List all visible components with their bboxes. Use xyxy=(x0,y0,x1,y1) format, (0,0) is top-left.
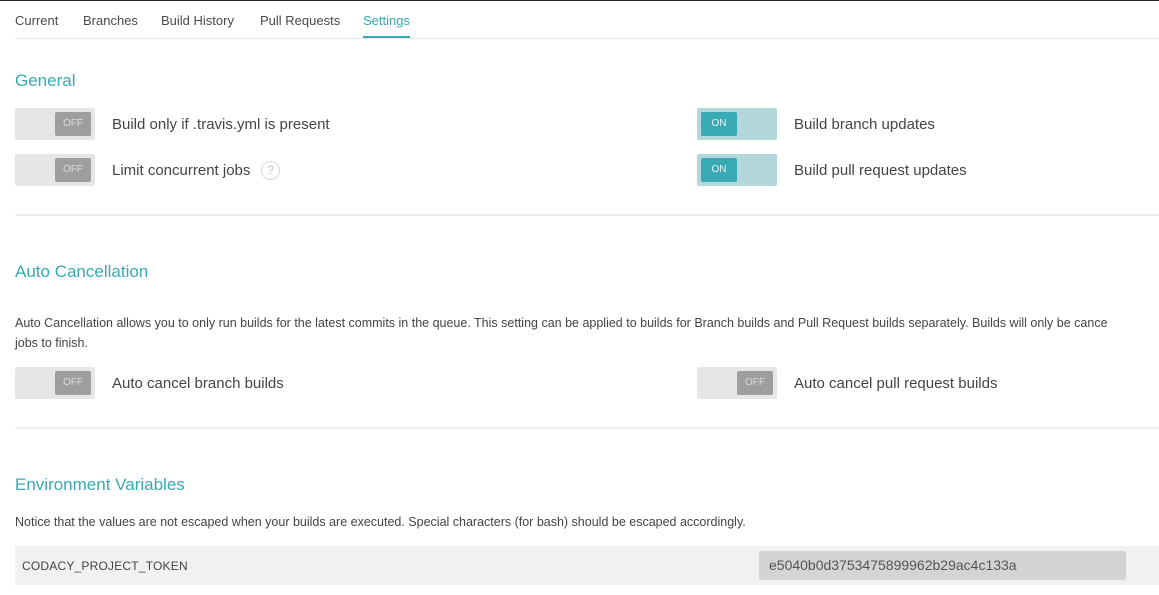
auto-cancel-branch-builds-label: Auto cancel branch builds xyxy=(112,375,284,392)
limit-concurrent-jobs-toggle[interactable]: OFF xyxy=(15,154,95,186)
environment-variables-section-title: Environment Variables xyxy=(15,475,185,494)
tab-branches[interactable]: Branches xyxy=(83,13,138,28)
build-pull-request-updates-label: Build pull request updates xyxy=(794,162,967,179)
build-branch-updates-toggle[interactable]: ON xyxy=(697,108,777,140)
toggle-state: OFF xyxy=(737,371,773,395)
auto-cancellation-description-line-2: jobs to finish. xyxy=(15,336,88,350)
auto-cancellation-section-title: Auto Cancellation xyxy=(15,262,149,281)
toggle-state: ON xyxy=(701,112,737,136)
build-only-if-travis-yml-label: Build only if .travis.yml is present xyxy=(112,116,330,133)
limit-concurrent-jobs-label: Limit concurrent jobs xyxy=(112,162,251,179)
build-pull-request-updates-toggle[interactable]: ON xyxy=(697,154,777,186)
auto-cancel-pull-request-builds-label: Auto cancel pull request builds xyxy=(794,375,998,392)
env-var-row: CODACY_PROJECT_TOKEN e5040b0d37534758999… xyxy=(15,546,1159,585)
environment-variables-notice: Notice that the values are not escaped w… xyxy=(15,515,746,529)
toggle-state: OFF xyxy=(55,158,91,182)
active-tab-indicator xyxy=(363,36,410,38)
auto-cancel-pull-request-builds-toggle[interactable]: OFF xyxy=(697,367,777,399)
section-divider xyxy=(15,427,1159,429)
toggle-state: OFF xyxy=(55,371,91,395)
build-branch-updates-label: Build branch updates xyxy=(794,116,935,133)
auto-cancel-branch-builds-toggle[interactable]: OFF xyxy=(15,367,95,399)
tab-current[interactable]: Current xyxy=(15,13,58,28)
build-only-if-travis-yml-toggle[interactable]: OFF xyxy=(15,108,95,140)
repo-tabs: Current Branches Build History Pull Requ… xyxy=(15,0,1159,39)
tab-build-history[interactable]: Build History xyxy=(161,13,234,28)
section-divider xyxy=(15,214,1159,216)
tab-settings[interactable]: Settings xyxy=(363,13,410,28)
auto-cancellation-description-line-1: Auto Cancellation allows you to only run… xyxy=(15,316,1108,330)
toggle-state: ON xyxy=(701,158,737,182)
env-var-value[interactable]: e5040b0d3753475899962b29ac4c133a xyxy=(759,551,1126,580)
tab-pull-requests[interactable]: Pull Requests xyxy=(260,13,340,28)
general-section-title: General xyxy=(15,71,76,90)
toggle-state: OFF xyxy=(55,112,91,136)
env-var-name: CODACY_PROJECT_TOKEN xyxy=(22,559,188,573)
help-icon[interactable]: ? xyxy=(261,161,280,180)
